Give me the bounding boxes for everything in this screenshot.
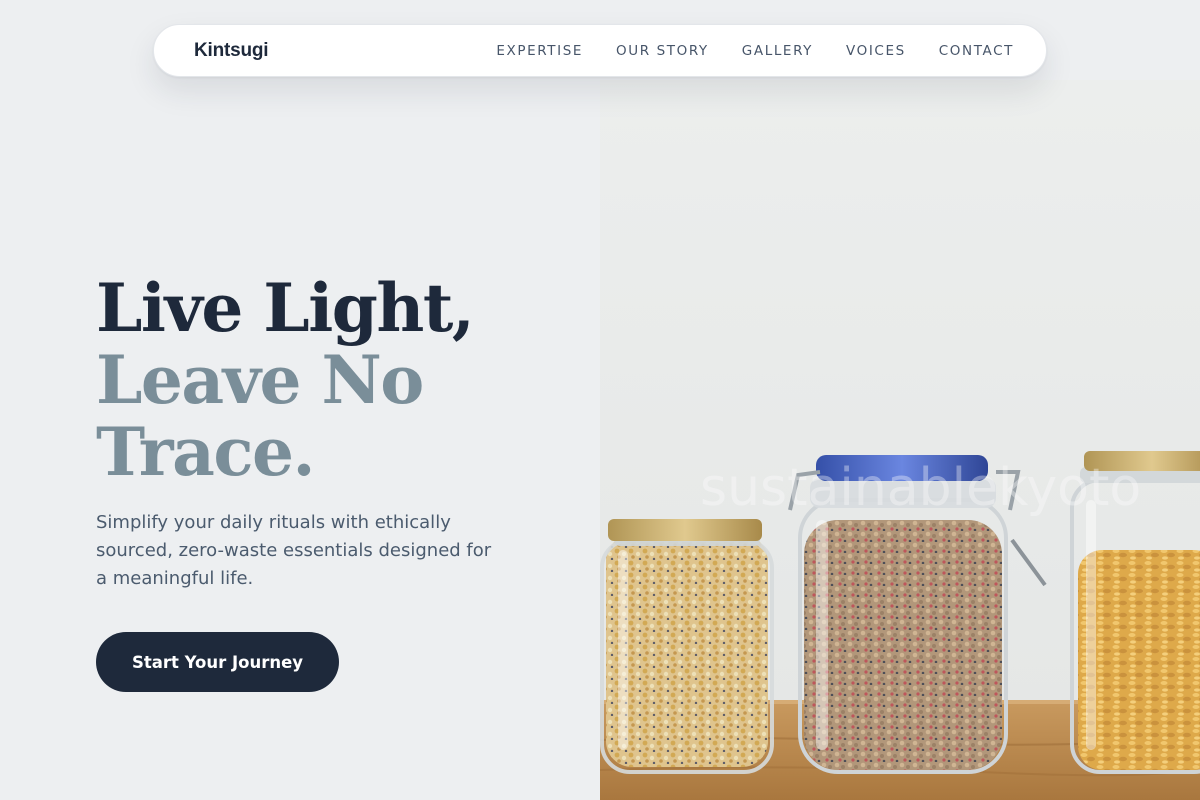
hero-image-jars: sustainablekyoto: [600, 80, 1200, 800]
nav-link-contact[interactable]: CONTACT: [939, 43, 1014, 59]
nav-link-expertise[interactable]: EXPERTISE: [496, 43, 583, 59]
jar-left: [600, 519, 774, 774]
nav-links: EXPERTISE OUR STORY GALLERY VOICES CONTA…: [496, 43, 1014, 59]
start-journey-button[interactable]: Start Your Journey: [96, 632, 339, 692]
image-watermark: sustainablekyoto: [700, 458, 1141, 518]
top-navigation: Kintsugi EXPERTISE OUR STORY GALLERY VOI…: [153, 24, 1047, 77]
hero-headline: Live Light, Leave No Trace.: [96, 269, 475, 491]
nav-link-gallery[interactable]: GALLERY: [742, 43, 813, 59]
brand-logo[interactable]: Kintsugi: [194, 40, 269, 62]
jars-illustration: sustainablekyoto: [600, 80, 1200, 800]
hero-subtext: Simplify your daily rituals with ethical…: [96, 512, 492, 589]
headline-line-1: Live Light,: [96, 269, 475, 347]
nav-link-voices[interactable]: VOICES: [846, 43, 906, 59]
headline-line-2: Leave No: [96, 341, 424, 419]
hero-section: Live Light, Leave No Trace. Simplify you…: [0, 0, 600, 800]
headline-line-3: Trace.: [96, 413, 316, 491]
nav-link-our-story[interactable]: OUR STORY: [616, 43, 709, 59]
